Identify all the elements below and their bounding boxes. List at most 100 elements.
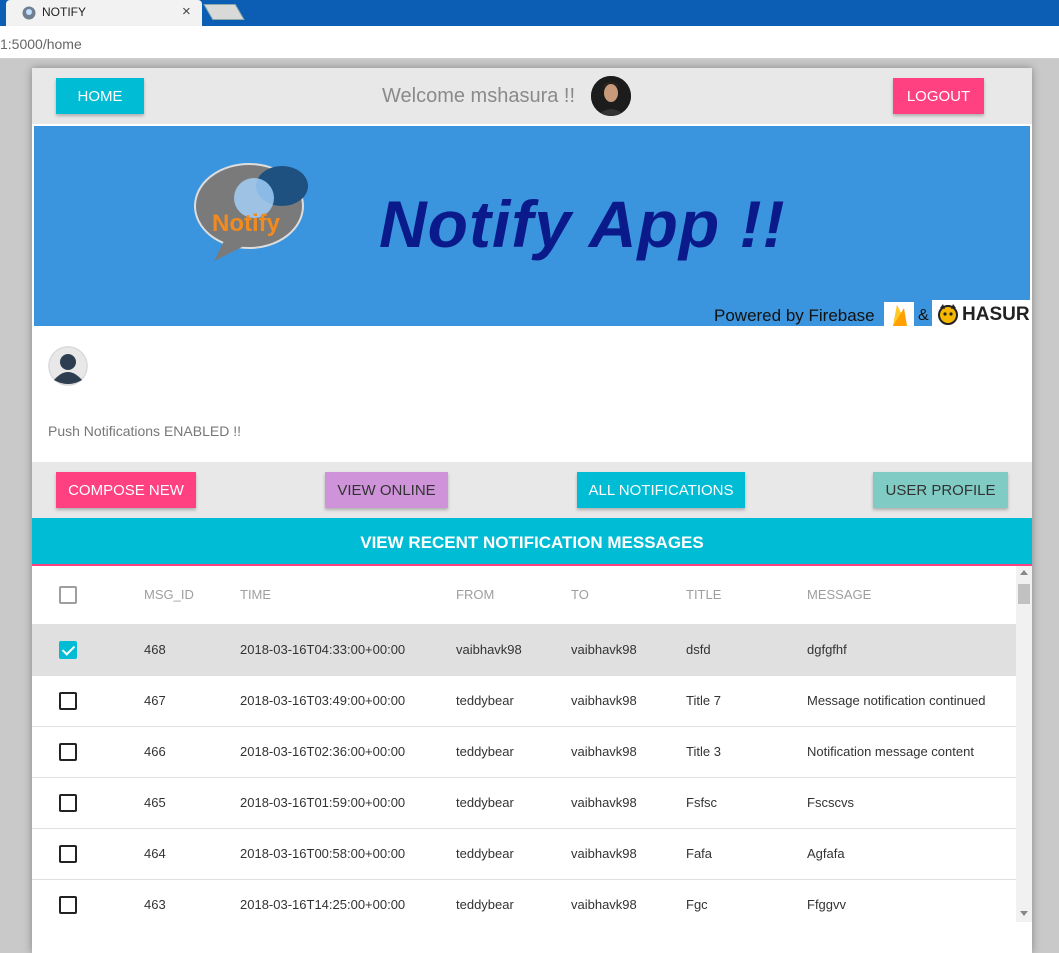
scroll-up-icon[interactable]: [1020, 570, 1028, 575]
from-cell: vaibhavk98: [456, 624, 571, 676]
profile-section: Push Notifications ENABLED !!: [32, 330, 1032, 462]
app-favicon-icon: [22, 6, 36, 20]
url-text[interactable]: 1:5000/home: [0, 36, 82, 52]
powered-by-text: Powered by Firebase: [714, 306, 875, 325]
logo-text: Notify: [212, 210, 281, 237]
scroll-thumb[interactable]: [1018, 584, 1030, 604]
home-button[interactable]: HOME: [56, 78, 144, 114]
col-header[interactable]: MSG_ID: [144, 566, 240, 625]
from-cell: teddybear: [456, 726, 571, 778]
col-header[interactable]: TO: [571, 566, 686, 625]
hasura-text: HASURA: [962, 304, 1030, 325]
row-select-cell: [32, 828, 144, 880]
table-row[interactable]: 467 2018-03-16T03:49:00+00:00 teddybear …: [32, 675, 1016, 727]
col-header[interactable]: FROM: [456, 566, 571, 625]
scroll-down-icon[interactable]: [1020, 911, 1028, 916]
msg-id-cell: 463: [144, 879, 240, 922]
to-cell: vaibhavk98: [571, 828, 686, 880]
msg-id-cell: 468: [144, 624, 240, 676]
row-select-cell: [32, 675, 144, 727]
table-row[interactable]: 466 2018-03-16T02:36:00+00:00 teddybear …: [32, 726, 1016, 778]
from-cell: teddybear: [456, 879, 571, 922]
to-cell: vaibhavk98: [571, 675, 686, 727]
to-cell: vaibhavk98: [571, 624, 686, 676]
app-banner: Notify Notify App !! Powered by Firebase…: [34, 126, 1030, 326]
table-row[interactable]: 464 2018-03-16T00:58:00+00:00 teddybear …: [32, 828, 1016, 880]
message-cell: Fscscvs: [807, 777, 1016, 829]
time-cell: 2018-03-16T02:36:00+00:00: [240, 726, 456, 778]
tab-title: NOTIFY: [42, 5, 86, 19]
title-cell: Fgc: [686, 879, 807, 922]
messages-table-container[interactable]: MSG_ID TIME FROM TO TITLE MESSAGE 468 20…: [32, 566, 1016, 922]
banner-title: Notify App !!: [379, 187, 786, 261]
app-container: HOME Welcome mshasura !! LOGOUT Notify N…: [32, 68, 1032, 953]
view-online-button[interactable]: VIEW ONLINE: [325, 472, 448, 508]
title-cell: Fsfsc: [686, 777, 807, 829]
row-checkbox[interactable]: [59, 691, 77, 710]
row-checkbox[interactable]: [59, 640, 77, 659]
notify-logo-icon: Notify: [194, 163, 308, 261]
user-avatar[interactable]: [591, 76, 631, 116]
browser-tabstrip: NOTIFY ×: [0, 0, 1059, 26]
table-row[interactable]: 463 2018-03-16T14:25:00+00:00 teddybear …: [32, 879, 1016, 922]
col-header[interactable]: TIME: [240, 566, 456, 625]
compose-new-button[interactable]: COMPOSE NEW: [56, 472, 196, 508]
select-all-checkbox[interactable]: [59, 585, 77, 604]
time-cell: 2018-03-16T04:33:00+00:00: [240, 624, 456, 676]
msg-id-cell: 466: [144, 726, 240, 778]
col-header[interactable]: MESSAGE: [807, 566, 1016, 625]
time-cell: 2018-03-16T00:58:00+00:00: [240, 828, 456, 880]
msg-id-cell: 465: [144, 777, 240, 829]
user-photo-icon: [591, 76, 631, 116]
profile-avatar-icon[interactable]: [48, 346, 88, 386]
top-bar: HOME Welcome mshasura !! LOGOUT: [32, 68, 1032, 124]
default-user-icon: [48, 346, 88, 386]
section-header: VIEW RECENT NOTIFICATION MESSAGES: [32, 518, 1032, 566]
section-title: VIEW RECENT NOTIFICATION MESSAGES: [360, 533, 704, 552]
title-cell: Title 7: [686, 675, 807, 727]
row-checkbox[interactable]: [59, 742, 77, 761]
table-scrollbar[interactable]: [1016, 566, 1032, 922]
message-cell: Message notification continued: [807, 675, 1016, 727]
message-cell: Agfafa: [807, 828, 1016, 880]
from-cell: teddybear: [456, 777, 571, 829]
select-all-cell: [32, 566, 144, 625]
row-checkbox[interactable]: [59, 844, 77, 863]
message-cell: Notification message content: [807, 726, 1016, 778]
to-cell: vaibhavk98: [571, 879, 686, 922]
title-cell: Title 3: [686, 726, 807, 778]
logout-button[interactable]: LOGOUT: [893, 78, 984, 114]
row-select-cell: [32, 777, 144, 829]
from-cell: teddybear: [456, 675, 571, 727]
row-select-cell: [32, 624, 144, 676]
msg-id-cell: 467: [144, 675, 240, 727]
welcome-text: Welcome mshasura !!: [382, 85, 576, 107]
row-select-cell: [32, 879, 144, 922]
time-cell: 2018-03-16T03:49:00+00:00: [240, 675, 456, 727]
row-checkbox[interactable]: [59, 793, 77, 812]
table-header-row: MSG_ID TIME FROM TO TITLE MESSAGE: [32, 566, 1016, 625]
user-profile-button[interactable]: USER PROFILE: [873, 472, 1008, 508]
ampersand: &: [918, 307, 929, 324]
address-bar[interactable]: 1:5000/home: [0, 26, 1059, 59]
table-row[interactable]: 468 2018-03-16T04:33:00+00:00 vaibhavk98…: [32, 624, 1016, 676]
title-cell: dsfd: [686, 624, 807, 676]
table-row[interactable]: 465 2018-03-16T01:59:00+00:00 teddybear …: [32, 777, 1016, 829]
hasura-logo: HASURA: [932, 300, 1030, 326]
time-cell: 2018-03-16T14:25:00+00:00: [240, 879, 456, 922]
from-cell: teddybear: [456, 828, 571, 880]
title-cell: Fafa: [686, 828, 807, 880]
message-cell: dgfgfhf: [807, 624, 1016, 676]
new-tab-button[interactable]: [203, 4, 245, 20]
all-notifications-button[interactable]: ALL NOTIFICATIONS: [577, 472, 745, 508]
to-cell: vaibhavk98: [571, 726, 686, 778]
hasura-icon: [938, 304, 958, 325]
to-cell: vaibhavk98: [571, 777, 686, 829]
col-header[interactable]: TITLE: [686, 566, 807, 625]
row-checkbox[interactable]: [59, 895, 77, 914]
msg-id-cell: 464: [144, 828, 240, 880]
tab-close-icon[interactable]: ×: [182, 3, 191, 20]
push-status-text: Push Notifications ENABLED !!: [48, 423, 241, 439]
firebase-flame-icon: [893, 305, 907, 326]
browser-tab[interactable]: NOTIFY ×: [6, 0, 202, 26]
